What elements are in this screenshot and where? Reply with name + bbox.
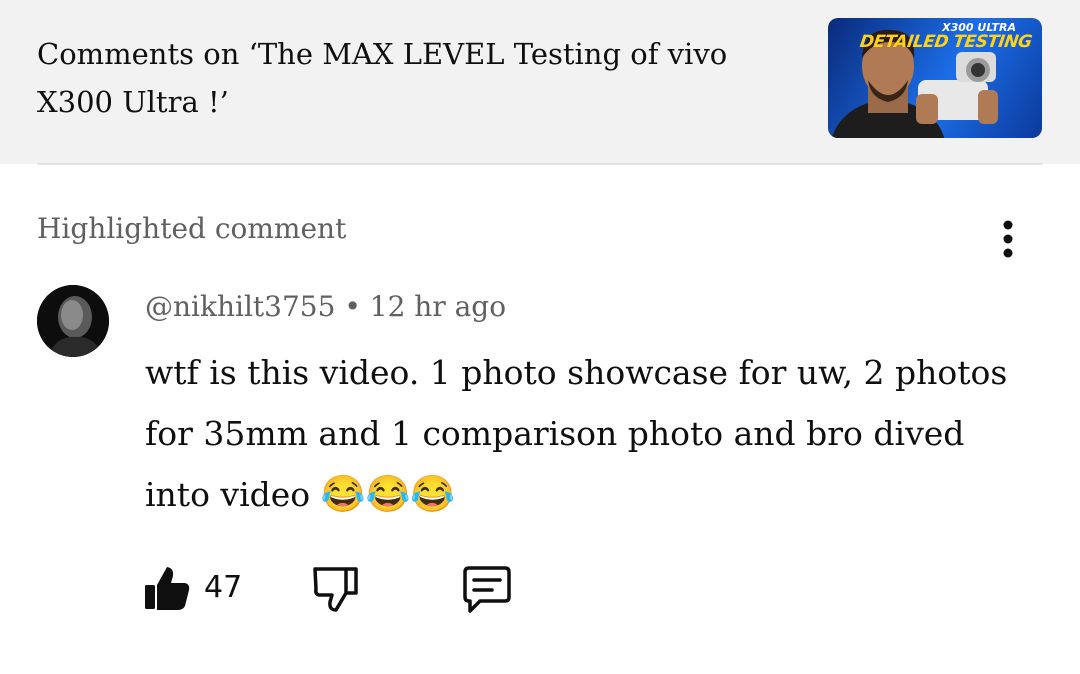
video-thumbnail[interactable]: X300 ULTRA DETAILED TESTING (828, 18, 1042, 138)
comment-reply-icon (463, 566, 511, 613)
like-count: 47 (204, 570, 243, 605)
comment-time[interactable]: 12 hr ago (370, 290, 506, 323)
avatar[interactable] (37, 285, 109, 357)
comment-text: wtf is this video. 1 photo showcase for … (145, 353, 1008, 514)
highlighted-comment-label: Highlighted comment (37, 212, 347, 245)
dislike-button[interactable] (312, 563, 360, 615)
thumbs-down-icon (313, 567, 358, 612)
thumbnail-overlay-line2: DETAILED TESTING (859, 32, 1034, 52)
video-title: Comments on ‘The MAX LEVEL Testing of vi… (37, 37, 728, 119)
avatar-image (37, 285, 109, 357)
more-vert-icon (1003, 220, 1013, 258)
comment-meta: @nikhilt3755 • 12 hr ago (145, 290, 506, 323)
header-divider (37, 163, 1043, 165)
comment-body: wtf is this video. 1 photo showcase for … (145, 342, 1025, 525)
reply-button[interactable] (460, 565, 514, 615)
comment-emojis: 😂😂😂 (320, 474, 456, 515)
comment-author[interactable]: @nikhilt3755 (145, 290, 335, 323)
meta-separator: • (344, 290, 361, 323)
thumbs-up-icon (145, 567, 190, 610)
more-options-button[interactable] (988, 218, 1028, 262)
video-header[interactable]: Comments on ‘The MAX LEVEL Testing of vi… (0, 0, 1080, 164)
like-button[interactable] (143, 563, 191, 613)
